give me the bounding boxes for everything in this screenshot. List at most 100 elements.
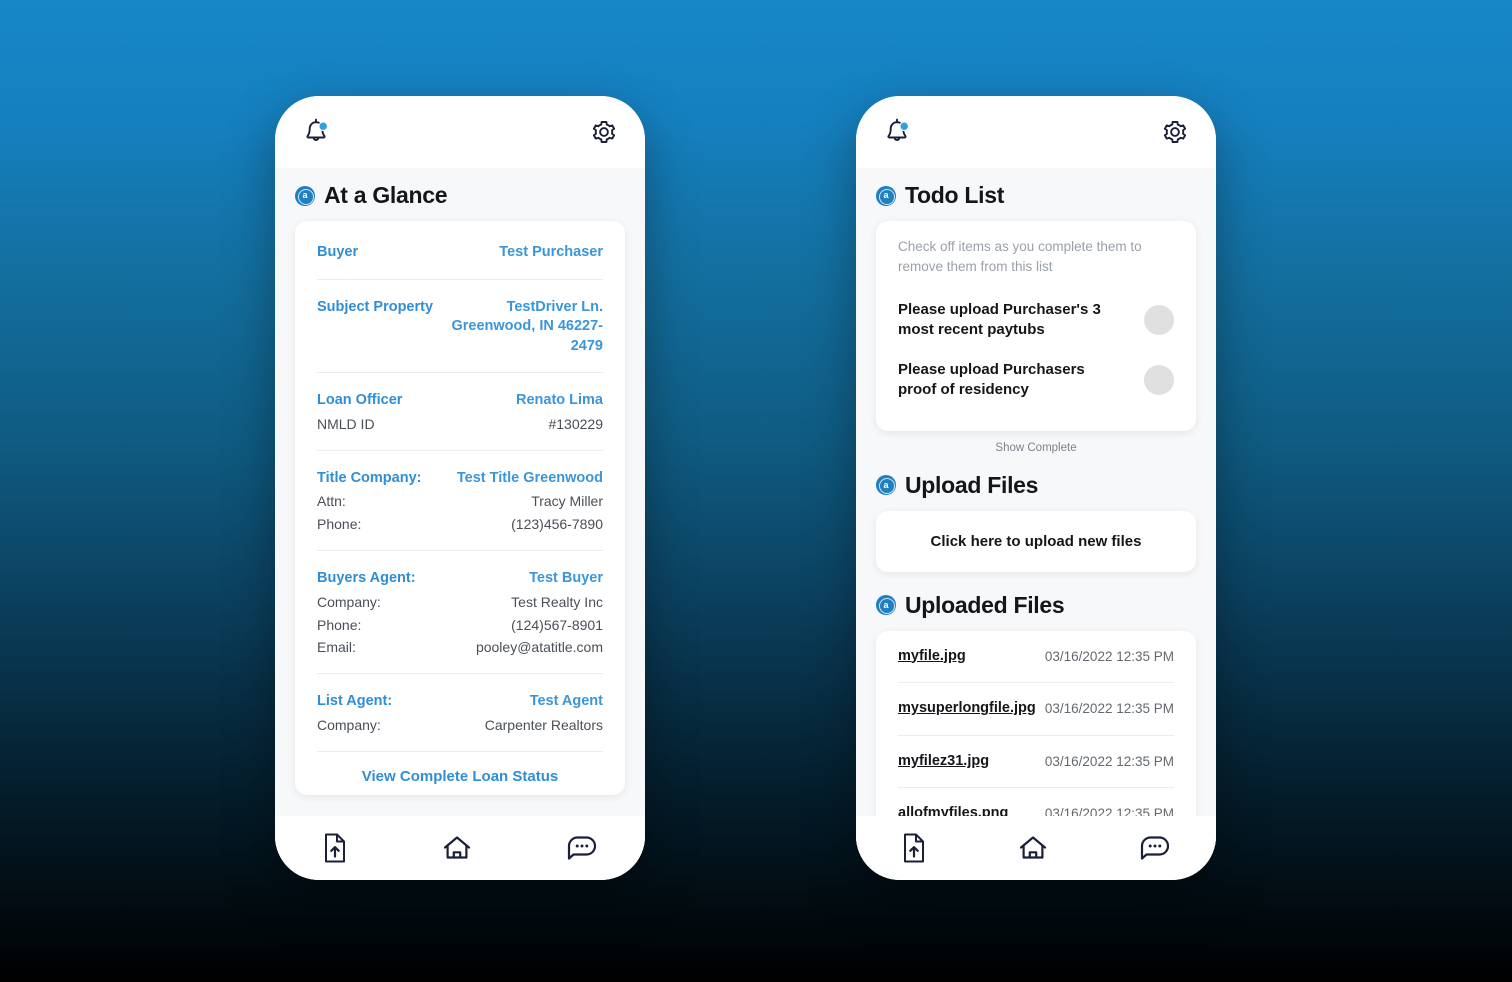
messages-icon[interactable]	[1138, 833, 1172, 863]
todo-list-card: Check off items as you complete them to …	[876, 221, 1196, 431]
row-label: Company:	[317, 593, 381, 610]
show-complete-toggle[interactable]: Show Complete	[876, 431, 1196, 458]
glance-row: Subject Property TestDriver Ln. Greenwoo…	[317, 298, 603, 357]
bottom-navigation-right	[856, 816, 1216, 880]
brand-logo-icon: a	[295, 185, 315, 206]
screen-at-a-glance: a At a Glance Buyer Test Purchaser Subje…	[275, 168, 645, 880]
row-label: Phone:	[317, 616, 362, 633]
brand-logo-glyph: a	[883, 479, 889, 490]
view-complete-loan-status-link[interactable]: View Complete Loan Status	[317, 752, 603, 785]
todo-list-title: Todo List	[905, 182, 1005, 208]
phone-mockup-right: a Todo List Check off items as you compl…	[856, 96, 1216, 880]
file-date: 03/16/2022 12:35 PM	[1044, 648, 1174, 664]
glance-group-subject-property: Subject Property TestDriver Ln. Greenwoo…	[317, 280, 603, 374]
gear-icon[interactable]	[1162, 119, 1188, 145]
phone-mockup-left: a At a Glance Buyer Test Purchaser Subje…	[275, 96, 645, 880]
todo-item-checkbox[interactable]	[1144, 365, 1174, 396]
todo-item-label: Please upload Purchasers proof of reside…	[898, 361, 1085, 399]
uploaded-files-header: a Uploaded Files	[876, 592, 1196, 619]
glance-row: Phone: (124)567-8901	[317, 616, 603, 635]
row-label: Phone:	[317, 516, 362, 533]
row-label: List Agent:	[317, 693, 393, 710]
row-label: Loan Officer	[317, 392, 403, 409]
row-value: Renato Lima	[515, 392, 603, 409]
at-a-glance-scroll[interactable]: a At a Glance Buyer Test Purchaser Subje…	[275, 168, 645, 880]
file-name-link[interactable]: myfilez31.jpg	[898, 752, 989, 772]
file-row[interactable]: myfilez31.jpg 03/16/2022 12:35 PM	[898, 736, 1174, 789]
todo-item-checkbox[interactable]	[1144, 305, 1174, 336]
upload-files-title: Upload Files	[905, 471, 1039, 498]
row-value: Test Purchaser	[499, 244, 603, 260]
file-name-link[interactable]: myfile.jpg	[898, 647, 966, 667]
glance-group-list-agent: List Agent: Test Agent Company: Carpente…	[317, 674, 603, 752]
glance-row: Company: Test Realty Inc	[317, 593, 603, 612]
todo-item[interactable]: Please upload Purchasers proof of reside…	[898, 350, 1174, 410]
bell-icon[interactable]	[303, 118, 329, 146]
row-value: Carpenter Realtors	[484, 716, 603, 733]
home-icon[interactable]	[1017, 833, 1049, 863]
glance-row: Title Company: Test Title Greenwood	[317, 469, 603, 489]
row-value: Test Title Greenwood	[456, 469, 603, 486]
at-a-glance-header: a At a Glance	[295, 182, 625, 209]
home-icon[interactable]	[441, 833, 473, 863]
file-row[interactable]: mysuperlongfile.jpg 03/16/2022 12:35 PM	[898, 683, 1174, 736]
row-value: Test Buyer	[529, 570, 603, 587]
row-label: Attn:	[317, 493, 346, 510]
file-date: 03/16/2022 12:35 PM	[1044, 753, 1174, 769]
brand-logo-glyph: a	[883, 190, 889, 200]
todo-item[interactable]: Please upload Purchaser's 3 most recent …	[898, 290, 1174, 350]
glance-row: Buyer Test Purchaser	[317, 243, 603, 263]
app-topbar-right	[856, 96, 1216, 168]
glance-row: List Agent: Test Agent	[317, 692, 603, 712]
row-label: Buyers Agent:	[317, 570, 416, 587]
upload-document-icon[interactable]	[321, 832, 349, 864]
glance-group-title-company: Title Company: Test Title Greenwood Attn…	[317, 451, 603, 552]
row-value: Tracy Miller	[531, 493, 603, 510]
glance-group-buyer: Buyer Test Purchaser	[317, 225, 603, 280]
glance-row: NMLD ID #130229	[317, 415, 603, 434]
at-a-glance-card: Buyer Test Purchaser Subject Property Te…	[295, 221, 625, 795]
page-title: At a Glance	[324, 182, 448, 208]
row-label: Buyer	[317, 244, 359, 260]
gear-icon[interactable]	[591, 119, 617, 145]
upload-new-files-button[interactable]: Click here to upload new files	[876, 511, 1196, 572]
uploaded-files-title: Uploaded Files	[905, 591, 1065, 618]
app-topbar-left	[275, 96, 645, 168]
row-value: #130229	[548, 415, 603, 432]
row-value: (123)456-7890	[511, 516, 603, 533]
brand-logo-glyph: a	[883, 599, 889, 610]
todo-list-header: a Todo List	[876, 182, 1196, 209]
glance-group-loan-officer: Loan Officer Renato Lima NMLD ID #130229	[317, 373, 603, 451]
row-value: Test Realty Inc	[511, 593, 603, 610]
row-label: Subject Property	[317, 298, 434, 315]
glance-row: Company: Carpenter Realtors	[317, 716, 603, 735]
todo-list-hint: Check off items as you complete them to …	[898, 239, 1142, 274]
glance-row: Email: pooley@atatitle.com	[317, 638, 603, 657]
row-value: Test Agent	[529, 693, 603, 710]
messages-icon[interactable]	[565, 833, 599, 863]
bottom-navigation-left	[275, 816, 645, 880]
brand-logo-glyph: a	[302, 190, 308, 200]
upload-files-header: a Upload Files	[876, 472, 1196, 499]
row-label: Title Company:	[317, 469, 422, 486]
glance-group-buyers-agent: Buyers Agent: Test Buyer Company: Test R…	[317, 551, 603, 675]
file-name-link[interactable]: mysuperlongfile.jpg	[898, 699, 1036, 719]
upload-document-icon[interactable]	[900, 832, 928, 864]
row-label: NMLD ID	[317, 415, 375, 432]
glance-row: Buyers Agent: Test Buyer	[317, 569, 603, 589]
bell-icon[interactable]	[884, 118, 910, 146]
upload-files-card[interactable]: Click here to upload new files	[876, 510, 1196, 572]
todo-item-label: Please upload Purchaser's 3 most recent …	[898, 301, 1101, 339]
brand-logo-icon: a	[876, 595, 896, 615]
row-value: (124)567-8901	[511, 616, 603, 633]
glance-row: Attn: Tracy Miller	[317, 492, 603, 511]
glance-row: Loan Officer Renato Lima	[317, 391, 603, 411]
brand-logo-icon: a	[876, 475, 896, 495]
todo-files-scroll[interactable]: a Todo List Check off items as you compl…	[856, 168, 1216, 880]
file-row[interactable]: myfile.jpg 03/16/2022 12:35 PM	[898, 631, 1174, 684]
brand-logo-icon: a	[876, 185, 896, 206]
file-date: 03/16/2022 12:35 PM	[1044, 701, 1174, 717]
row-value: pooley@atatitle.com	[475, 639, 603, 656]
row-value: TestDriver Ln. Greenwood, IN 46227-2479	[451, 298, 604, 354]
uploaded-files-list: myfile.jpg 03/16/2022 12:35 PM mysuperlo…	[876, 630, 1196, 840]
